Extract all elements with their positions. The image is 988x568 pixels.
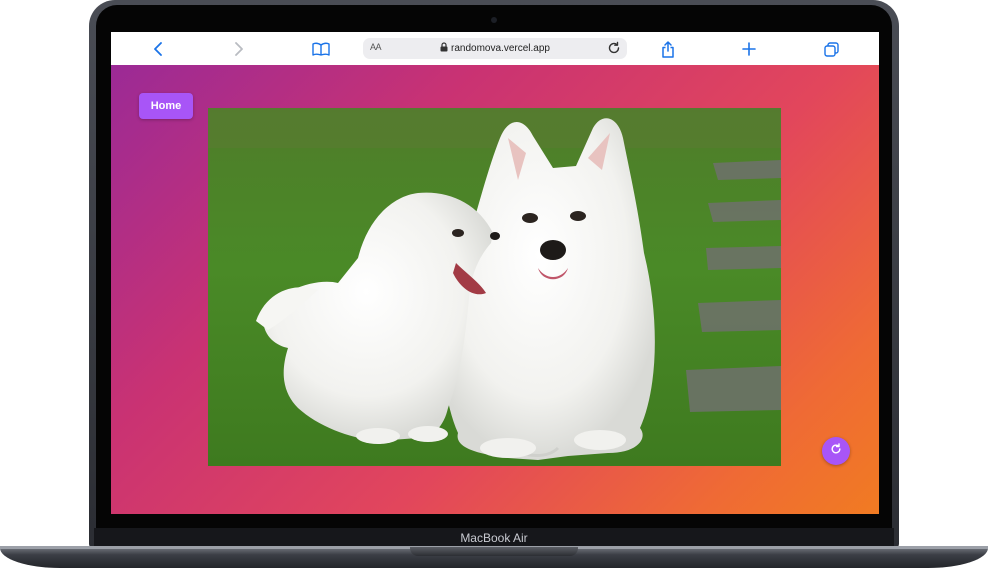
share-icon[interactable] <box>659 40 677 58</box>
samoyed-image <box>208 108 781 466</box>
dog-photo <box>208 108 781 466</box>
laptop-notch <box>410 547 578 556</box>
chevron-left-icon[interactable] <box>149 40 167 58</box>
browser-screen: AA randomova.vercel.app Home <box>111 32 879 514</box>
refresh-icon <box>830 442 842 460</box>
reload-icon[interactable] <box>607 41 621 60</box>
browser-toolbar: AA randomova.vercel.app <box>111 32 879 66</box>
chevron-right-icon[interactable] <box>230 40 248 58</box>
device-brand-label: MacBook Air <box>460 531 528 545</box>
plus-icon[interactable] <box>740 40 758 58</box>
address-bar[interactable]: AA randomova.vercel.app <box>363 38 627 59</box>
book-icon[interactable] <box>312 40 330 58</box>
page-content: Home <box>111 65 879 514</box>
tabs-icon[interactable] <box>822 40 840 58</box>
lock-icon <box>440 42 448 55</box>
url-text: randomova.vercel.app <box>451 43 550 54</box>
refresh-button[interactable] <box>822 437 850 465</box>
camera-icon <box>491 17 497 23</box>
home-button[interactable]: Home <box>139 93 193 119</box>
